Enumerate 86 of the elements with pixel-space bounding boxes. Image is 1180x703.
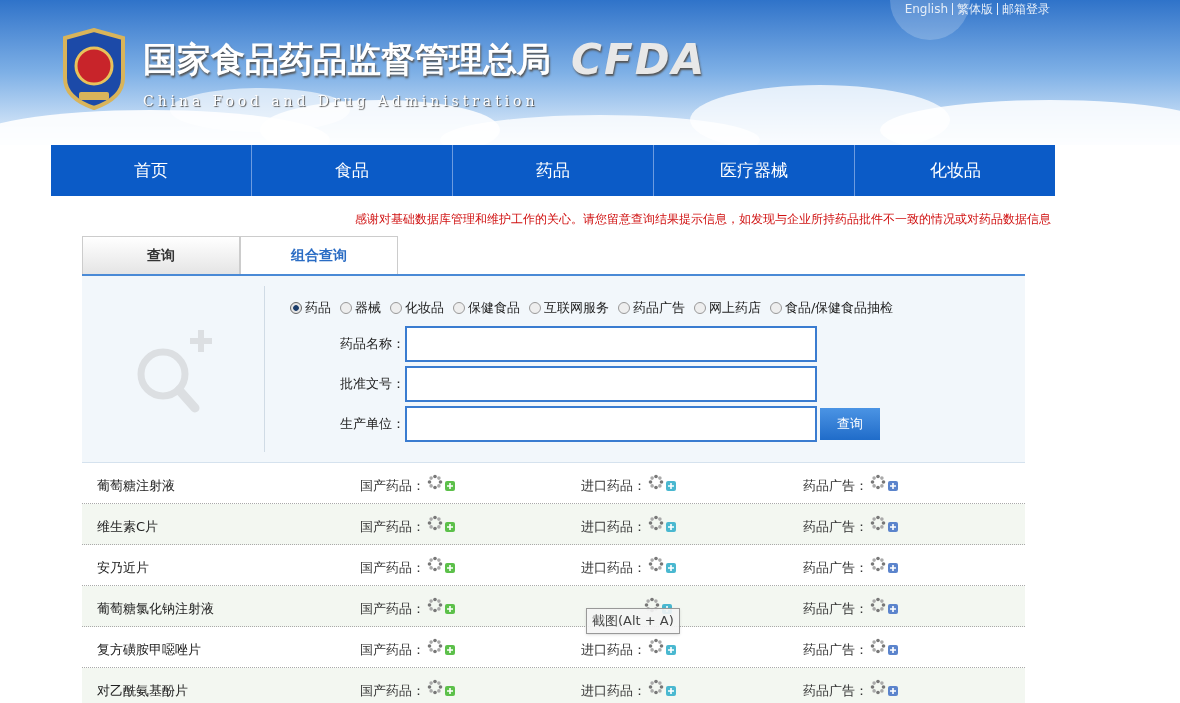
nav-item[interactable]: 食品 — [252, 145, 453, 196]
notice-text: 感谢对基础数据库管理和维护工作的关心。请您留意查询结果提示信息，如发现与企业所持药品批件不一致的情况或对药品数据信息 — [355, 211, 1051, 228]
drug-name[interactable]: 复方磺胺甲噁唑片 — [82, 640, 360, 660]
plus-icon[interactable] — [666, 522, 677, 532]
plus-icon[interactable] — [444, 604, 455, 614]
nav-item[interactable]: 化妆品 — [855, 145, 1055, 196]
search-button[interactable]: 查询 — [820, 407, 880, 440]
category-radio[interactable]: 器械 — [340, 298, 381, 318]
loading-icon — [426, 556, 443, 572]
agency-subtitle: China Food and Drug Administration — [143, 92, 540, 112]
category-radio[interactable]: 互联网服务 — [529, 298, 609, 318]
category-radio[interactable]: 药品 — [290, 298, 331, 318]
category-radio[interactable]: 药品广告 — [618, 298, 685, 318]
nav-item[interactable]: 药品 — [453, 145, 654, 196]
column-label: 国产药品： — [359, 641, 425, 660]
plus-icon[interactable] — [444, 522, 455, 532]
nav-item[interactable]: 首页 — [51, 145, 252, 196]
loading-icon — [870, 679, 887, 695]
loading-icon — [870, 474, 887, 490]
column-label: 国产药品： — [359, 682, 425, 701]
column-label: 药品广告： — [803, 682, 869, 701]
loading-icon — [648, 556, 665, 572]
drug-name[interactable]: 对乙酰氨基酚片 — [82, 681, 360, 701]
plus-icon[interactable] — [666, 563, 677, 573]
drug-name[interactable]: 葡萄糖注射液 — [82, 476, 360, 496]
field-label: 生产单位： — [339, 414, 405, 433]
input-field[interactable] — [405, 405, 817, 442]
column-label: 国产药品： — [359, 600, 425, 619]
top-link[interactable]: 邮箱登录 — [997, 3, 1050, 15]
category-radio[interactable]: 保健食品 — [453, 298, 520, 318]
field-label: 药品名称： — [339, 334, 405, 353]
loading-icon — [426, 679, 443, 695]
loading-icon — [870, 638, 887, 654]
loading-icon — [870, 556, 887, 572]
column-label: 药品广告： — [803, 559, 869, 578]
plus-icon[interactable] — [444, 481, 455, 491]
plus-icon[interactable] — [666, 645, 677, 655]
input-field[interactable] — [405, 325, 817, 362]
column-label: 进口药品： — [581, 641, 647, 660]
column-label: 国产药品： — [359, 559, 425, 578]
drug-name[interactable]: 葡萄糖氯化钠注射液 — [82, 599, 360, 619]
tab[interactable]: 组合查询 — [240, 236, 398, 274]
loading-icon — [648, 638, 665, 654]
plus-icon[interactable] — [888, 522, 899, 532]
plus-icon[interactable] — [666, 686, 677, 696]
input-field[interactable] — [405, 365, 817, 402]
column-label: 药品广告： — [803, 477, 869, 496]
category-radio[interactable]: 化妆品 — [390, 298, 444, 318]
loading-icon — [648, 515, 665, 531]
loading-icon — [426, 474, 443, 490]
category-radio[interactable]: 食品/保健食品抽检 — [770, 298, 894, 318]
agency-title: 国家食品药品监督管理总局 — [143, 38, 551, 81]
plus-icon[interactable] — [888, 645, 899, 655]
agency-logo: CFDA — [571, 34, 707, 86]
plus-icon[interactable] — [888, 481, 899, 491]
plus-icon[interactable] — [888, 604, 899, 614]
column-label: 药品广告： — [803, 641, 869, 660]
plus-icon[interactable] — [444, 645, 455, 655]
plus-icon[interactable] — [666, 481, 677, 491]
drug-name[interactable]: 安乃近片 — [82, 558, 360, 578]
top-link[interactable]: 繁体版 — [952, 3, 993, 15]
column-label: 国产药品： — [359, 518, 425, 537]
loading-icon — [648, 474, 665, 490]
loading-icon — [870, 515, 887, 531]
loading-icon — [426, 597, 443, 613]
tooltip: 截图(Alt + A) — [586, 608, 680, 634]
field-label: 批准文号： — [339, 374, 405, 393]
nav-item[interactable]: 医疗器械 — [654, 145, 855, 196]
category-radio[interactable]: 网上药店 — [694, 298, 761, 318]
column-label: 进口药品： — [581, 559, 647, 578]
plus-icon[interactable] — [444, 563, 455, 573]
loading-icon — [648, 679, 665, 695]
drug-name[interactable]: 维生素C片 — [82, 517, 360, 537]
column-label: 进口药品： — [581, 682, 647, 701]
plus-icon[interactable] — [888, 686, 899, 696]
loading-icon — [426, 515, 443, 531]
plus-icon[interactable] — [888, 563, 899, 573]
column-label: 进口药品： — [581, 477, 647, 496]
column-label: 进口药品： — [581, 518, 647, 537]
plus-icon[interactable] — [444, 686, 455, 696]
tab[interactable]: 查询 — [82, 236, 240, 274]
column-label: 国产药品： — [359, 477, 425, 496]
column-label: 药品广告： — [803, 518, 869, 537]
column-label: 药品广告： — [803, 600, 869, 619]
loading-icon — [870, 597, 887, 613]
loading-icon — [426, 638, 443, 654]
